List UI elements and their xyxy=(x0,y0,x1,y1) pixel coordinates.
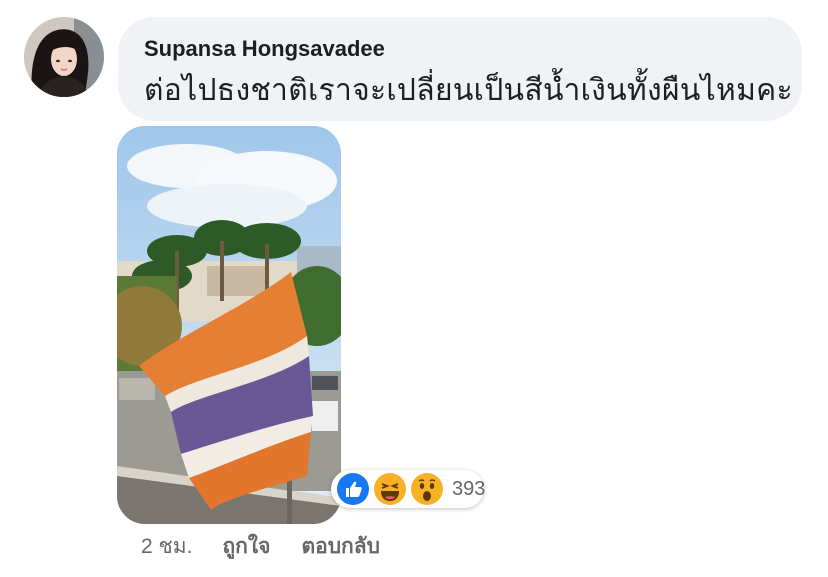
comment-text: ต่อไปธงชาติเราจะเปลี่ยนเป็นสีน้ำเงินทั้ง… xyxy=(144,74,793,107)
wow-icon xyxy=(409,471,445,507)
comment-actions: 2 ชม. ถูกใจ ตอบกลับ xyxy=(141,530,411,562)
comment-timestamp[interactable]: 2 ชม. xyxy=(141,530,192,563)
author-avatar[interactable] xyxy=(24,17,104,97)
comment-photo[interactable] xyxy=(117,126,341,524)
comment-author-name[interactable]: Supansa Hongsavadee xyxy=(144,35,776,63)
reaction-count: 393 xyxy=(452,477,486,500)
thai-flag-photo xyxy=(117,126,341,524)
haha-icon xyxy=(372,471,408,507)
comment-bubble: Supansa Hongsavadee ต่อไปธงชาติเราจะเปลี… xyxy=(118,17,802,121)
avatar-image xyxy=(24,17,104,97)
reaction-summary[interactable]: 393 xyxy=(331,470,486,508)
like-icon xyxy=(335,471,371,507)
reply-button[interactable]: ตอบกลับ xyxy=(301,530,380,563)
like-button[interactable]: ถูกใจ xyxy=(222,530,270,563)
